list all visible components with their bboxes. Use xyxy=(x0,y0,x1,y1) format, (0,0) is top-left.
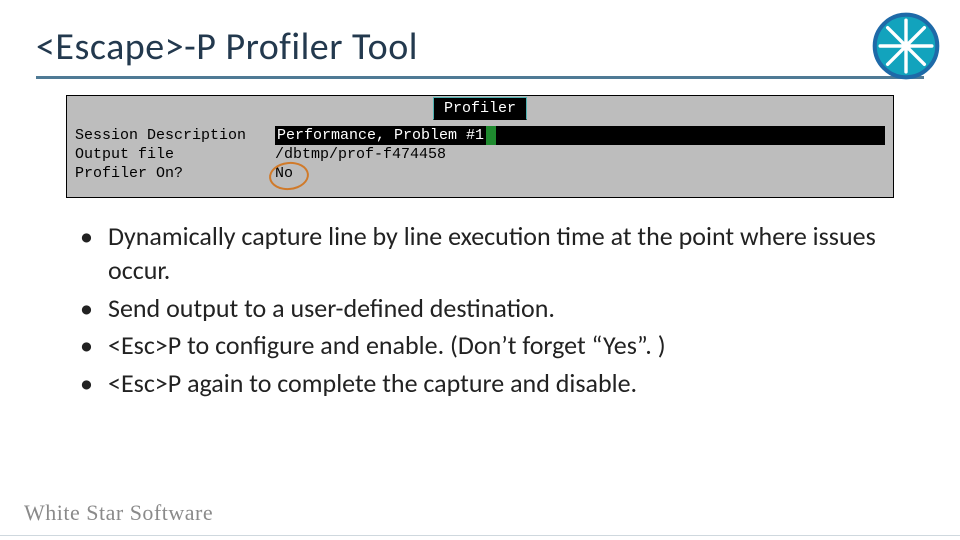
field-value-highlighted[interactable]: Performance, Problem #1 xyxy=(275,126,885,145)
slide-title: <Escape>-P Profiler Tool xyxy=(36,24,924,70)
footer-brand: White Star Software xyxy=(24,500,213,526)
star-burst-icon xyxy=(872,12,940,80)
footer-rule xyxy=(0,535,960,536)
brand-logo xyxy=(872,12,940,80)
field-label: Session Description xyxy=(75,126,275,145)
field-value-text: No xyxy=(275,165,293,182)
terminal-body: Session Description Performance, Problem… xyxy=(67,120,893,197)
highlight-fill xyxy=(496,126,885,145)
slide: <Escape>-P Profiler Tool Profiler Sessio… xyxy=(0,0,960,540)
field-label: Profiler On? xyxy=(75,164,275,183)
field-value-text: /dbtmp/prof-f474458 xyxy=(275,146,446,163)
bullet-item: <Esc>P to configure and enable. (Don’t f… xyxy=(80,329,900,363)
title-underline xyxy=(36,76,924,79)
terminal-row: Session Description Performance, Problem… xyxy=(75,126,885,145)
field-value: No xyxy=(275,164,885,183)
field-value-text: Performance, Problem #1 xyxy=(275,126,486,145)
bullet-item: Dynamically capture line by line executi… xyxy=(80,220,900,288)
field-label: Output file xyxy=(75,145,275,164)
terminal-title-band: Profiler xyxy=(67,96,893,120)
field-value: /dbtmp/prof-f474458 xyxy=(275,145,885,164)
terminal-row: Profiler On? No xyxy=(75,164,885,183)
bullet-item: Send output to a user-defined destinatio… xyxy=(80,292,900,326)
bullet-list: Dynamically capture line by line executi… xyxy=(80,220,900,401)
terminal-title: Profiler xyxy=(433,97,527,120)
bullet-item: <Esc>P again to complete the capture and… xyxy=(80,367,900,401)
profiler-terminal: Profiler Session Description Performance… xyxy=(66,95,894,198)
terminal-row: Output file /dbtmp/prof-f474458 xyxy=(75,145,885,164)
text-cursor xyxy=(486,126,496,145)
